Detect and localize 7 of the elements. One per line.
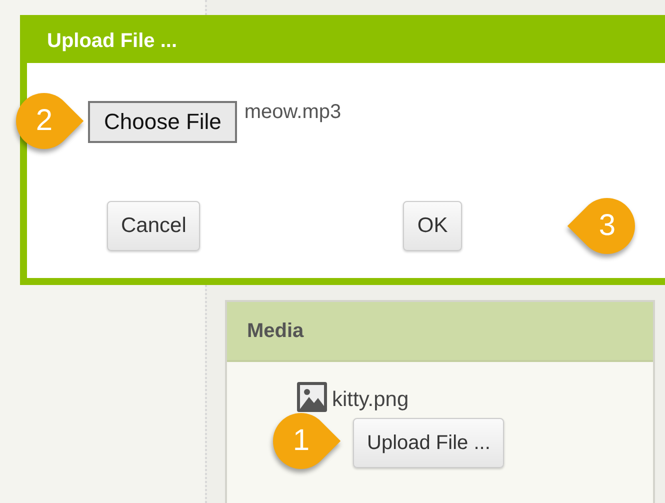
choose-file-button[interactable]: Choose File	[88, 101, 238, 143]
media-title: Media	[247, 320, 304, 342]
dialog-button[interactable]: OK	[403, 201, 462, 251]
selected-file-name: meow.mp3	[244, 101, 342, 124]
image-icon	[297, 382, 327, 412]
upload-file-button[interactable]: Upload File ...	[353, 418, 504, 468]
dialog-button[interactable]: Cancel	[107, 201, 200, 251]
